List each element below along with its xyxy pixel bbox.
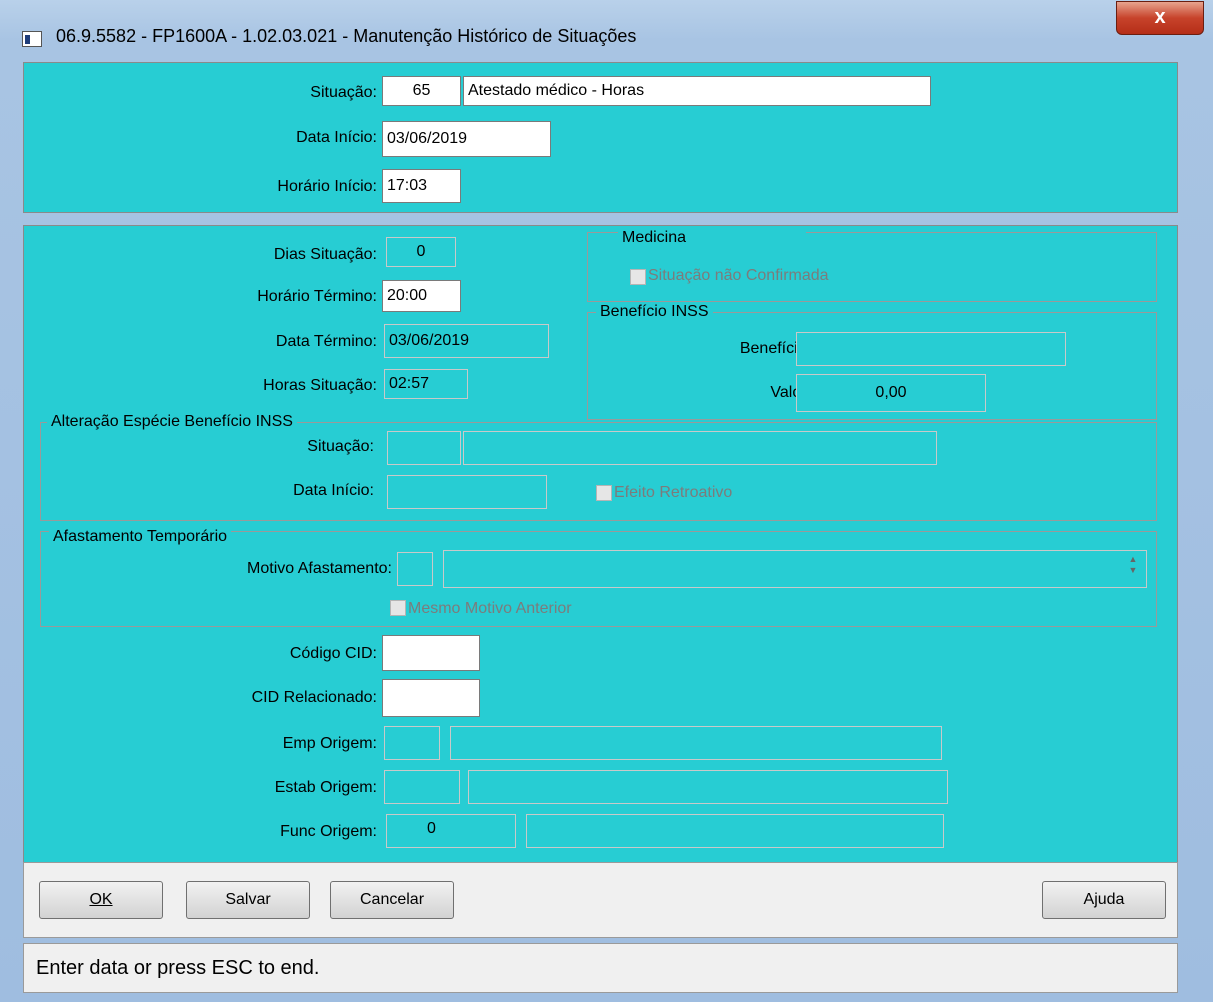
alteracao-situacao-desc xyxy=(463,431,937,465)
medicina-group: Medicina Situação não Confirmada xyxy=(587,229,1157,302)
horario-inicio-field[interactable]: 17:03 xyxy=(382,169,461,203)
alteracao-data-inicio-label: Data Início: xyxy=(293,482,374,499)
alteracao-data-inicio-field xyxy=(387,475,547,509)
cancel-button[interactable]: Cancelar xyxy=(330,881,454,919)
help-button-label: Ajuda xyxy=(1083,891,1125,908)
data-termino-label: Data Término: xyxy=(275,333,377,350)
efeito-retroativo-checkbox xyxy=(596,485,612,501)
situacao-desc-field[interactable]: Atestado médico - Horas xyxy=(463,76,931,106)
func-origem-label: Func Origem: xyxy=(280,823,377,840)
medicina-title: Medicina xyxy=(618,229,806,247)
horas-situacao-label: Horas Situação: xyxy=(263,377,377,394)
data-termino-field: 03/06/2019 xyxy=(384,324,549,358)
func-origem-code: 0 xyxy=(386,814,516,848)
title-bar[interactable]: 06.9.5582 - FP1600A - 1.02.03.021 - Manu… xyxy=(0,0,1213,70)
alteracao-especie-title: Alteração Espécie Benefício INSS xyxy=(47,413,297,431)
beneficio-inss-title: Benefício INSS xyxy=(596,303,713,321)
window-icon xyxy=(22,31,42,47)
dias-situacao-label: Dias Situação: xyxy=(273,246,377,263)
main-panel: Dias Situação: 0 Horário Término: 20:00 … xyxy=(23,225,1178,863)
alteracao-situacao-label: Situação: xyxy=(307,438,374,455)
estab-origem-label: Estab Origem: xyxy=(274,779,377,796)
emp-origem-desc xyxy=(450,726,942,760)
cid-relacionado-label: CID Relacionado: xyxy=(251,689,377,706)
mesmo-motivo-anterior-checkbox xyxy=(390,600,406,616)
situacao-label: Situação: xyxy=(310,84,377,101)
mesmo-motivo-anterior-label: Mesmo Motivo Anterior xyxy=(408,600,572,617)
valor-field: 0,00 xyxy=(796,374,986,412)
alteracao-situacao-code xyxy=(387,431,461,465)
afastamento-temporario-title: Afastamento Temporário xyxy=(49,528,232,546)
horario-inicio-label: Horário Início: xyxy=(277,178,377,195)
situacao-nao-confirmada-label: Situação não Confirmada xyxy=(648,267,829,284)
data-inicio-field[interactable]: 03/06/2019 xyxy=(382,121,551,157)
func-origem-desc xyxy=(526,814,944,848)
beneficio-field xyxy=(796,332,1066,366)
cid-relacionado-field[interactable] xyxy=(382,679,480,717)
motivo-afastamento-label: Motivo Afastamento: xyxy=(247,560,392,577)
cancel-button-label: Cancelar xyxy=(359,891,425,908)
horario-termino-field[interactable]: 20:00 xyxy=(382,280,461,312)
ok-button-label: OK xyxy=(89,891,113,908)
app-window: 06.9.5582 - FP1600A - 1.02.03.021 - Manu… xyxy=(0,0,1213,1002)
help-button[interactable]: Ajuda xyxy=(1042,881,1166,919)
horas-situacao-field: 02:57 xyxy=(384,369,468,399)
efeito-retroativo-label: Efeito Retroativo xyxy=(614,484,733,501)
beneficio-inss-group: Benefício INSS Benefício: Valor: 0,00 xyxy=(587,303,1157,420)
afastamento-temporario-group: Afastamento Temporário Motivo Afastament… xyxy=(40,528,1157,627)
motivo-afastamento-scroll[interactable]: ▲ ▼ xyxy=(1123,554,1143,578)
estab-origem-code xyxy=(384,770,460,804)
status-bar: Enter data or press ESC to end. xyxy=(23,943,1178,993)
situacao-nao-confirmada-checkbox xyxy=(630,269,646,285)
window-title: 06.9.5582 - FP1600A - 1.02.03.021 - Manu… xyxy=(56,26,637,46)
codigo-cid-field[interactable] xyxy=(382,635,480,671)
horario-termino-label: Horário Término: xyxy=(257,288,377,305)
situacao-code-field[interactable]: 65 xyxy=(382,76,461,106)
ok-button[interactable]: OK xyxy=(39,881,163,919)
save-button-label: Salvar xyxy=(225,891,271,908)
estab-origem-desc xyxy=(468,770,948,804)
alteracao-especie-group: Alteração Espécie Benefício INSS Situaçã… xyxy=(40,413,1157,521)
data-inicio-label: Data Início: xyxy=(296,129,377,146)
emp-origem-code xyxy=(384,726,440,760)
close-button[interactable]: x xyxy=(1116,1,1204,35)
button-bar: OK Salvar Cancelar Ajuda xyxy=(23,862,1178,938)
header-panel: Situação: 65 Atestado médico - Horas Dat… xyxy=(23,62,1178,213)
motivo-afastamento-code xyxy=(397,552,433,586)
emp-origem-label: Emp Origem: xyxy=(282,735,377,752)
save-button[interactable]: Salvar xyxy=(186,881,310,919)
motivo-afastamento-desc: ▲ ▼ xyxy=(443,550,1147,588)
dias-situacao-field: 0 xyxy=(386,237,456,267)
codigo-cid-label: Código CID: xyxy=(289,645,377,662)
